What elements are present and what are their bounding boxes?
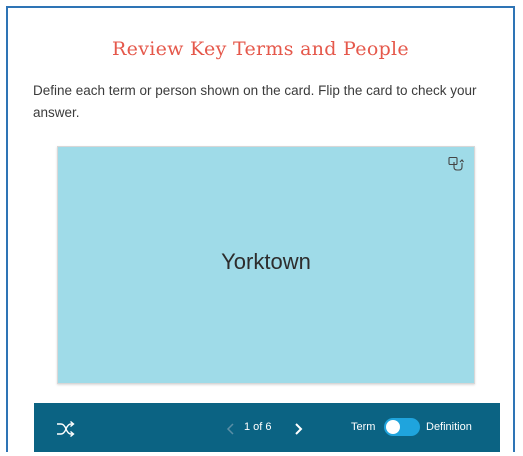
flip-card-icon[interactable] bbox=[448, 156, 464, 172]
flashcard-widget: Review Key Terms and People Define each … bbox=[6, 6, 515, 452]
card-term: Yorktown bbox=[221, 249, 311, 274]
term-definition-toggle[interactable] bbox=[384, 418, 420, 436]
term-label: Term bbox=[351, 421, 376, 433]
toggle-knob bbox=[386, 420, 400, 434]
shuffle-icon[interactable] bbox=[55, 419, 75, 439]
definition-label: Definition bbox=[426, 421, 472, 433]
card-toolbar: 1 of 6 Term Definition bbox=[34, 403, 500, 452]
next-card-icon[interactable] bbox=[292, 420, 304, 438]
previous-card-icon[interactable] bbox=[225, 420, 237, 438]
page-title: Review Key Terms and People bbox=[112, 38, 409, 60]
card-counter: 1 of 6 bbox=[244, 421, 272, 433]
flashcard[interactable]: Yorktown bbox=[57, 146, 475, 384]
instructions-text: Define each term or person shown on the … bbox=[33, 83, 477, 120]
